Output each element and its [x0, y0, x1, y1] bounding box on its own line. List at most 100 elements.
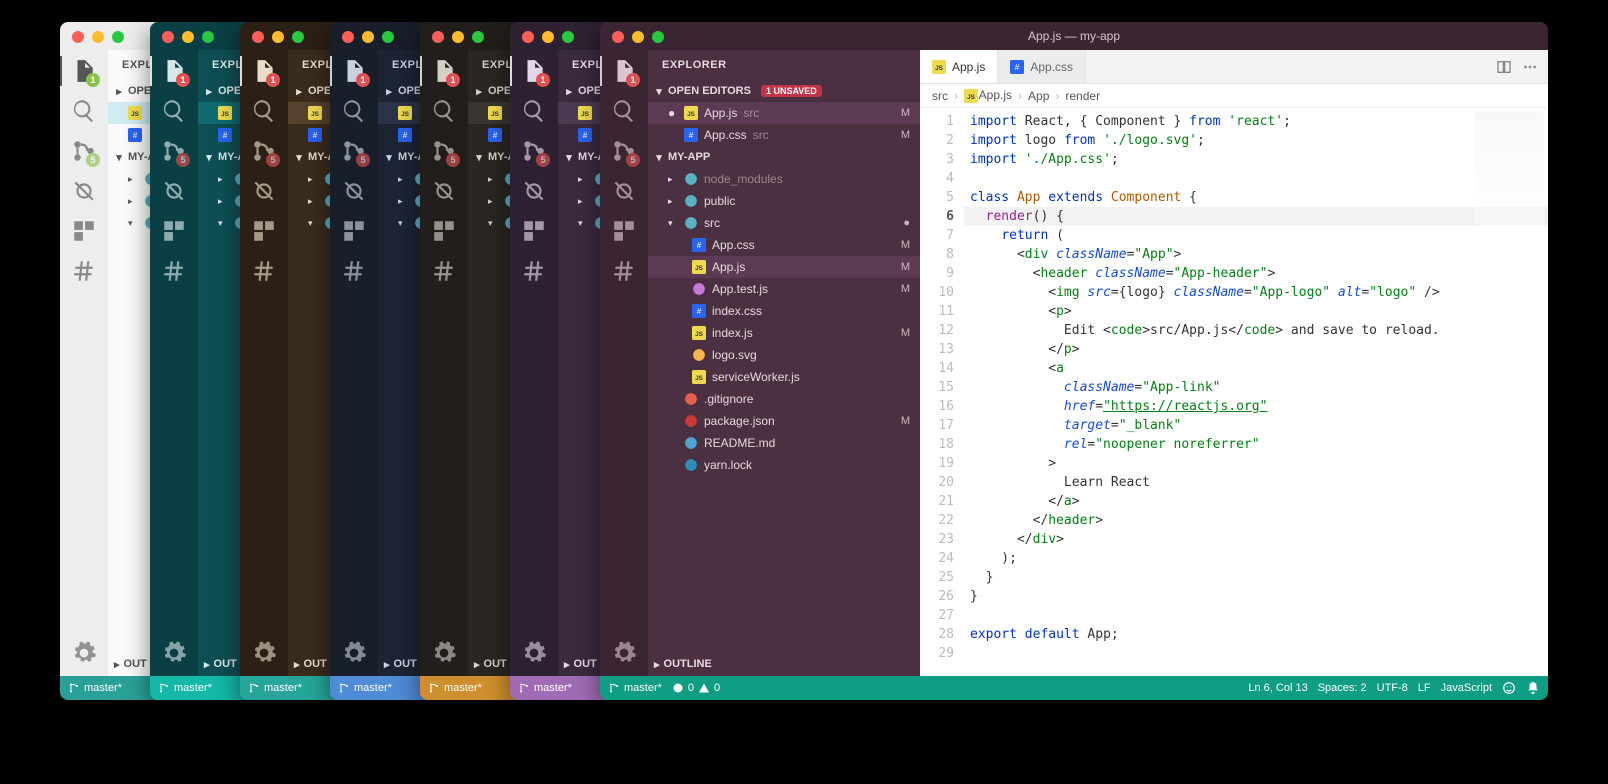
code-line[interactable]: }: [964, 587, 1548, 606]
files-icon[interactable]: 1: [161, 58, 187, 84]
extensions-icon[interactable]: [161, 218, 187, 244]
code-line[interactable]: [964, 169, 1548, 188]
files-icon[interactable]: 1: [431, 58, 457, 84]
gear-icon[interactable]: [611, 640, 637, 666]
code-line[interactable]: rel="noopener noreferrer": [964, 435, 1548, 454]
code-line[interactable]: );: [964, 549, 1548, 568]
code-line[interactable]: Edit <code>src/App.js</code> and save to…: [964, 321, 1548, 340]
window-controls[interactable]: [252, 31, 304, 43]
hash-icon[interactable]: [251, 258, 277, 284]
outline-section[interactable]: ▸OUTLINE: [648, 652, 920, 676]
window-controls[interactable]: [72, 31, 124, 43]
source[interactable]: import React, { Component } from 'react'…: [964, 108, 1548, 676]
search-icon[interactable]: [161, 98, 187, 124]
extensions-icon[interactable]: [341, 218, 367, 244]
editor-tab[interactable]: # App.css: [998, 50, 1086, 83]
extensions-icon[interactable]: [71, 218, 97, 244]
code-line[interactable]: </p>: [964, 340, 1548, 359]
tree-item[interactable]: logo.svg: [648, 344, 920, 366]
search-icon[interactable]: [521, 98, 547, 124]
search-icon[interactable]: [611, 98, 637, 124]
breadcrumb-item[interactable]: src: [932, 89, 948, 103]
gear-icon[interactable]: [521, 640, 547, 666]
code-line[interactable]: [964, 606, 1548, 625]
tree-item[interactable]: .gitignore: [648, 388, 920, 410]
window-controls[interactable]: [432, 31, 484, 43]
files-icon[interactable]: 1: [521, 58, 547, 84]
debug-icon[interactable]: [71, 178, 97, 204]
search-icon[interactable]: [431, 98, 457, 124]
editor-tab[interactable]: JS App.js: [920, 50, 998, 83]
code-line[interactable]: [964, 644, 1548, 663]
files-icon[interactable]: 1: [341, 58, 367, 84]
gear-icon[interactable]: [341, 640, 367, 666]
scm-icon[interactable]: 5: [251, 138, 277, 164]
code-line[interactable]: >: [964, 454, 1548, 473]
code-line[interactable]: </div>: [964, 530, 1548, 549]
code-line[interactable]: </a>: [964, 492, 1548, 511]
code-line[interactable]: <div className="App">: [964, 245, 1548, 264]
debug-icon[interactable]: [521, 178, 547, 204]
extensions-icon[interactable]: [431, 218, 457, 244]
split-editor-icon[interactable]: [1496, 59, 1512, 75]
code-line[interactable]: <header className="App-header">: [964, 264, 1548, 283]
tree-item[interactable]: App.test.js M: [648, 278, 920, 300]
code-line[interactable]: import React, { Component } from 'react'…: [964, 112, 1548, 131]
tree-item[interactable]: # App.css M: [648, 234, 920, 256]
hash-icon[interactable]: [521, 258, 547, 284]
code-line[interactable]: href="https://reactjs.org": [964, 397, 1548, 416]
code-line[interactable]: </header>: [964, 511, 1548, 530]
status-branch[interactable]: master*: [428, 682, 482, 694]
status-branch[interactable]: master*: [338, 682, 392, 694]
scm-icon[interactable]: 5: [71, 138, 97, 164]
breadcrumb-item[interactable]: JS App.js: [964, 88, 1012, 103]
search-icon[interactable]: [251, 98, 277, 124]
code-line[interactable]: target="_blank": [964, 416, 1548, 435]
code-editor[interactable]: 1234567891011121314151617181920212223242…: [920, 108, 1548, 676]
project-section[interactable]: ▾MY-APP: [648, 146, 920, 168]
debug-icon[interactable]: [431, 178, 457, 204]
files-icon[interactable]: 1: [611, 58, 637, 84]
status-branch[interactable]: master*: [248, 682, 302, 694]
breadcrumb-item[interactable]: App: [1028, 89, 1049, 103]
bell-icon[interactable]: [1526, 681, 1540, 695]
tree-item[interactable]: ▾ src ●: [648, 212, 920, 234]
tree-item[interactable]: JS index.js M: [648, 322, 920, 344]
gear-icon[interactable]: [161, 640, 187, 666]
scm-icon[interactable]: 5: [161, 138, 187, 164]
tree-item[interactable]: ▸ node_modules: [648, 168, 920, 190]
tree-item[interactable]: package.json M: [648, 410, 920, 432]
scm-icon[interactable]: 5: [341, 138, 367, 164]
search-icon[interactable]: [71, 98, 97, 124]
tree-item[interactable]: JS serviceWorker.js: [648, 366, 920, 388]
scm-icon[interactable]: 5: [431, 138, 457, 164]
open-editors-section[interactable]: ▾ OPEN EDITORS 1 UNSAVED: [648, 80, 920, 102]
search-icon[interactable]: [341, 98, 367, 124]
status-branch[interactable]: master*: [518, 682, 572, 694]
debug-icon[interactable]: [611, 178, 637, 204]
tree-item[interactable]: # index.css: [648, 300, 920, 322]
hash-icon[interactable]: [611, 258, 637, 284]
code-line[interactable]: }: [964, 568, 1548, 587]
scm-icon[interactable]: 5: [521, 138, 547, 164]
code-line[interactable]: class App extends Component {: [964, 188, 1548, 207]
status-branch[interactable]: master*: [608, 682, 662, 694]
status-problems[interactable]: 00: [672, 682, 720, 694]
status-lncol[interactable]: Ln 6, Col 13: [1248, 682, 1307, 694]
hash-icon[interactable]: [431, 258, 457, 284]
minimap[interactable]: [1474, 112, 1544, 232]
code-line[interactable]: <a: [964, 359, 1548, 378]
status-language[interactable]: JavaScript: [1441, 682, 1492, 694]
open-editor-item[interactable]: ● JS App.js src M: [648, 102, 920, 124]
window-controls[interactable]: [612, 31, 664, 43]
files-icon[interactable]: 1: [71, 58, 97, 84]
code-line[interactable]: import './App.css';: [964, 150, 1548, 169]
code-line[interactable]: export default App;: [964, 625, 1548, 644]
window-controls[interactable]: [162, 31, 214, 43]
code-line[interactable]: <p>: [964, 302, 1548, 321]
code-line[interactable]: return (: [964, 226, 1548, 245]
tree-item[interactable]: ▸ public: [648, 190, 920, 212]
hash-icon[interactable]: [161, 258, 187, 284]
debug-icon[interactable]: [341, 178, 367, 204]
gear-icon[interactable]: [71, 640, 97, 666]
